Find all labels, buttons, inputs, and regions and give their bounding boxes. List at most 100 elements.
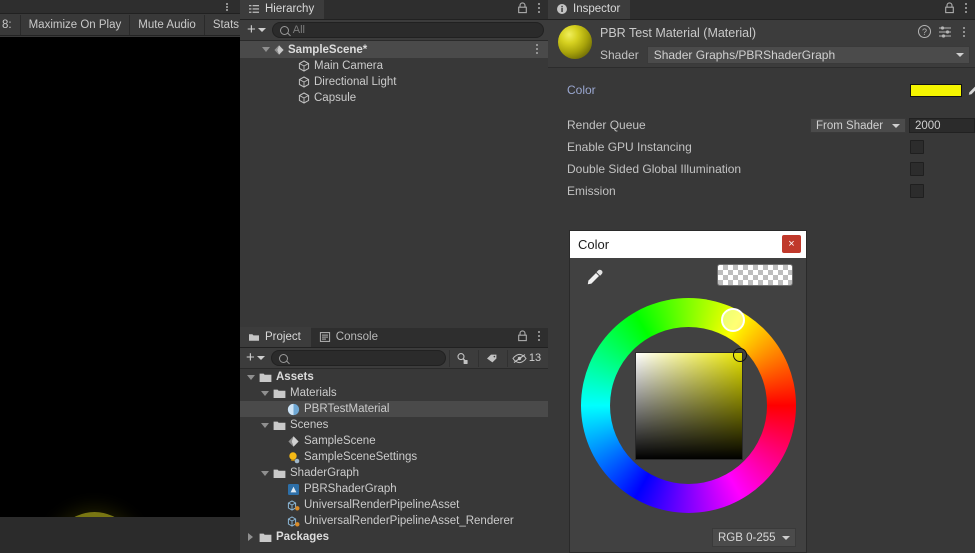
- shader-dropdown[interactable]: Shader Graphs/PBRShaderGraph: [646, 46, 970, 64]
- project-tree-row[interactable]: PBRTestMaterial: [240, 401, 548, 417]
- chevron-down-icon: [782, 535, 790, 540]
- project-tree-row[interactable]: PBRShaderGraph: [240, 481, 548, 497]
- project-tree-label: UniversalRenderPipelineAsset: [304, 499, 460, 511]
- help-icon[interactable]: ?: [918, 25, 931, 38]
- project-tree-label: SampleSceneSettings: [304, 451, 418, 463]
- saturation-value-square[interactable]: [635, 352, 743, 460]
- saturation-value-handle[interactable]: [733, 348, 747, 362]
- close-icon[interactable]: ×: [782, 235, 801, 253]
- material-header-icons: ?: [918, 25, 969, 38]
- material-header-menu-icon[interactable]: [959, 26, 969, 37]
- game-view-menu-icon[interactable]: [222, 1, 232, 13]
- shader-label: Shader: [600, 48, 639, 62]
- emission-checkbox[interactable]: [910, 184, 924, 198]
- gpu-instancing-label: Enable GPU Instancing: [567, 140, 692, 154]
- hierarchy-search-input[interactable]: All: [271, 22, 544, 38]
- hierarchy-tree[interactable]: SampleScene* Main Camera Directional Lig…: [240, 41, 548, 328]
- project-tree-row[interactable]: UniversalRenderPipelineAsset_Renderer: [240, 513, 548, 529]
- game-view-tabbar: [0, 0, 240, 14]
- hierarchy-tab-right-icons: [517, 2, 544, 14]
- tag-icon[interactable]: [478, 349, 504, 367]
- shadergraph-icon-wrap: [287, 483, 300, 496]
- eyedropper-icon[interactable]: [966, 83, 975, 97]
- chevron-down-icon: [257, 28, 266, 32]
- tab-console[interactable]: Console: [311, 327, 388, 347]
- double-sided-gi-checkbox[interactable]: [910, 162, 924, 176]
- tab-hierarchy-label: Hierarchy: [265, 3, 315, 15]
- project-tree-row[interactable]: Assets: [240, 369, 548, 385]
- color-swatch[interactable]: [910, 84, 962, 97]
- color-preview-swatch[interactable]: [717, 264, 793, 286]
- project-menu-icon[interactable]: [534, 331, 544, 341]
- gpu-instancing-checkbox[interactable]: [910, 140, 924, 154]
- game-viewport[interactable]: [0, 217, 240, 517]
- project-search-input[interactable]: [270, 350, 446, 366]
- color-mode-dropdown[interactable]: RGB 0-255: [712, 528, 796, 547]
- emission-label: Emission: [567, 184, 616, 198]
- render-queue-mode-dropdown[interactable]: From Shader: [810, 118, 906, 133]
- chevron-down-icon[interactable]: [246, 374, 255, 380]
- hierarchy-item-label: Capsule: [314, 92, 357, 104]
- chevron-down-icon[interactable]: [260, 470, 269, 476]
- double-sided-gi-label: Double Sided Global Illumination: [567, 162, 742, 176]
- plus-icon: +: [246, 349, 255, 366]
- hierarchy-scene-menu-icon[interactable]: [532, 44, 542, 54]
- project-tree-row[interactable]: SampleScene: [240, 433, 548, 449]
- scene-icon: [288, 435, 299, 447]
- project-tree-row[interactable]: Materials: [240, 385, 548, 401]
- tab-inspector[interactable]: Inspector: [548, 0, 631, 19]
- chevron-down-icon[interactable]: [262, 47, 270, 52]
- project-tree-label: PBRShaderGraph: [304, 483, 397, 495]
- gameobject-icon: [298, 60, 310, 72]
- render-queue-value-field[interactable]: 2000: [909, 118, 975, 133]
- save-search-glyph: [457, 352, 468, 364]
- color-picker-titlebar[interactable]: Color ×: [570, 231, 806, 258]
- game-toolbar-truncated[interactable]: 8:: [0, 14, 21, 35]
- mute-audio-button[interactable]: Mute Audio: [130, 14, 205, 35]
- project-tree-row[interactable]: Scenes: [240, 417, 548, 433]
- hierarchy-item-directional-light[interactable]: Directional Light: [240, 74, 548, 90]
- material-icon-wrap: [287, 403, 300, 416]
- render-queue-mode-value: From Shader: [816, 119, 884, 132]
- chevron-down-icon[interactable]: [260, 422, 269, 428]
- project-tree-row[interactable]: SampleSceneSettings: [240, 449, 548, 465]
- hidden-packages-toggle[interactable]: 13: [507, 349, 545, 367]
- lock-icon[interactable]: [517, 330, 528, 342]
- property-row-double-sided-gi: Double Sided Global Illumination: [548, 159, 975, 179]
- game-view-surface[interactable]: [0, 37, 240, 517]
- hierarchy-item-capsule[interactable]: Capsule: [240, 90, 548, 106]
- hierarchy-menu-icon[interactable]: [534, 3, 544, 13]
- project-add-button[interactable]: +: [243, 350, 268, 367]
- maximize-on-play-button[interactable]: Maximize On Play: [21, 14, 131, 35]
- hierarchy-add-button[interactable]: +: [244, 22, 269, 39]
- preset-icon[interactable]: [938, 25, 952, 38]
- search-icon: [279, 25, 289, 35]
- eyedropper-icon[interactable]: [584, 268, 604, 288]
- tab-project[interactable]: Project: [240, 327, 311, 347]
- game-view-panel: 8: Maximize On Play Mute Audio Stats ▸: [0, 0, 271, 553]
- folder-icon-wrap: [259, 372, 272, 383]
- project-tree-row[interactable]: Packages: [240, 529, 548, 545]
- shader-row: Shader Shader Graphs/PBRShaderGraph: [600, 46, 970, 64]
- hierarchy-search-placeholder: All: [292, 24, 305, 36]
- property-row-color: Color: [548, 80, 975, 100]
- color-picker-window[interactable]: Color × RGB 0-255: [569, 230, 807, 553]
- lock-icon[interactable]: [517, 2, 528, 14]
- chevron-down-icon[interactable]: [260, 390, 269, 396]
- project-tree-row[interactable]: ShaderGraph: [240, 465, 548, 481]
- material-sphere-preview: [558, 25, 592, 59]
- tab-hierarchy[interactable]: Hierarchy: [240, 0, 325, 19]
- color-label: Color: [567, 83, 596, 97]
- folder-icon: [273, 389, 286, 398]
- project-tree[interactable]: Assets Materials PBRTestMaterial Scenes Samp…: [240, 369, 548, 553]
- hierarchy-scene-row[interactable]: SampleScene*: [240, 41, 548, 58]
- color-mode-label: RGB 0-255: [718, 531, 776, 544]
- project-tree-row[interactable]: UniversalRenderPipelineAsset: [240, 497, 548, 513]
- save-search-icon[interactable]: [449, 349, 475, 367]
- inspector-menu-icon[interactable]: [961, 3, 971, 13]
- lock-icon[interactable]: [944, 2, 955, 14]
- chevron-right-icon[interactable]: [246, 533, 255, 541]
- hierarchy-item-main-camera[interactable]: Main Camera: [240, 58, 548, 74]
- folder-icon-wrap: [273, 388, 286, 399]
- hue-ring-handle[interactable]: [721, 308, 745, 332]
